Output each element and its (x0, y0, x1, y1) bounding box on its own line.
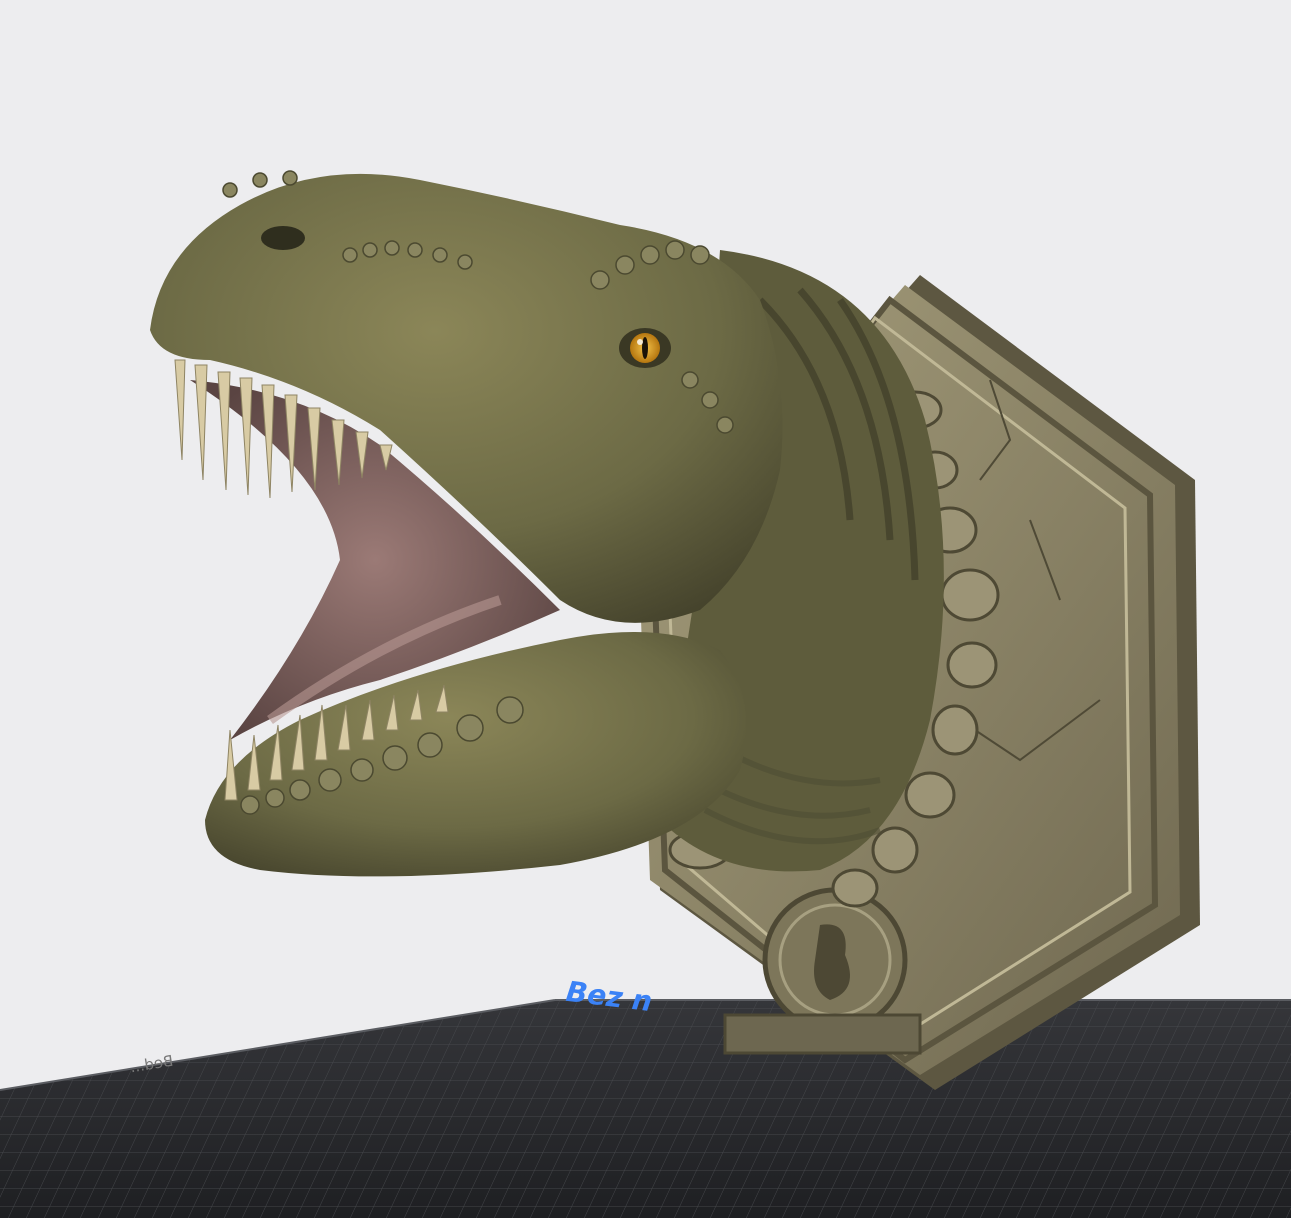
build-plate[interactable] (0, 999, 1291, 1218)
eye-icon (619, 328, 671, 368)
3d-viewport[interactable]: Bez n Bed... (0, 0, 1291, 1218)
scene (0, 170, 1291, 1218)
nostril-icon (261, 226, 305, 250)
